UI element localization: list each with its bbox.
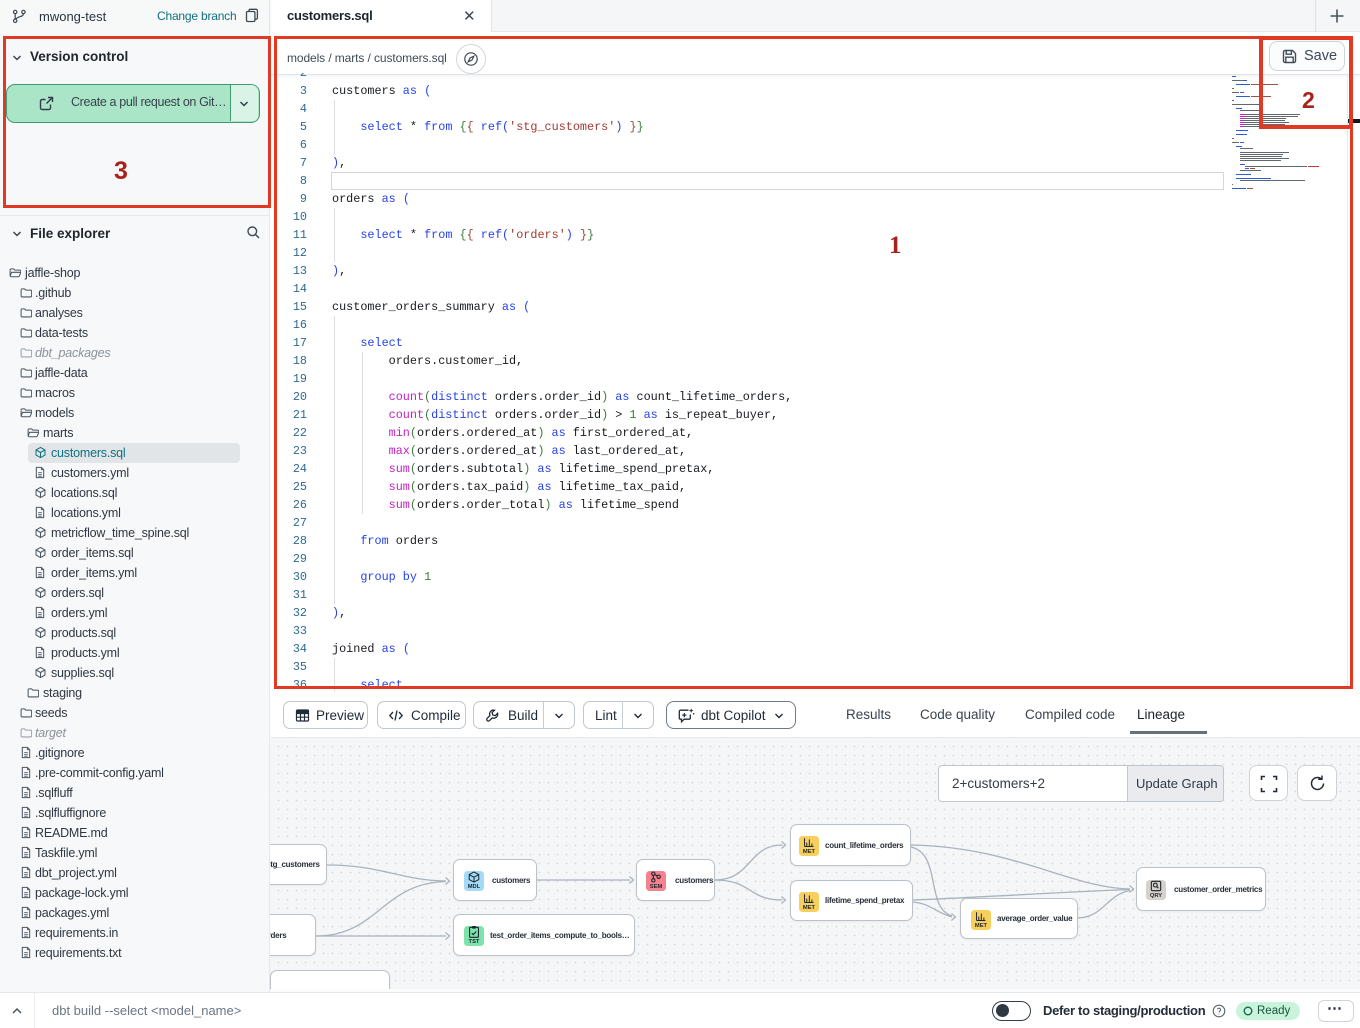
svg-text:QRY: QRY [1150,893,1162,899]
svg-text:MET: MET [803,849,816,855]
svg-text:SEM: SEM [650,884,663,890]
svg-text:MDL: MDL [468,884,481,890]
svg-text:MET: MET [975,923,988,929]
svg-text:TST: TST [469,939,480,945]
svg-text:MET: MET [803,905,816,911]
